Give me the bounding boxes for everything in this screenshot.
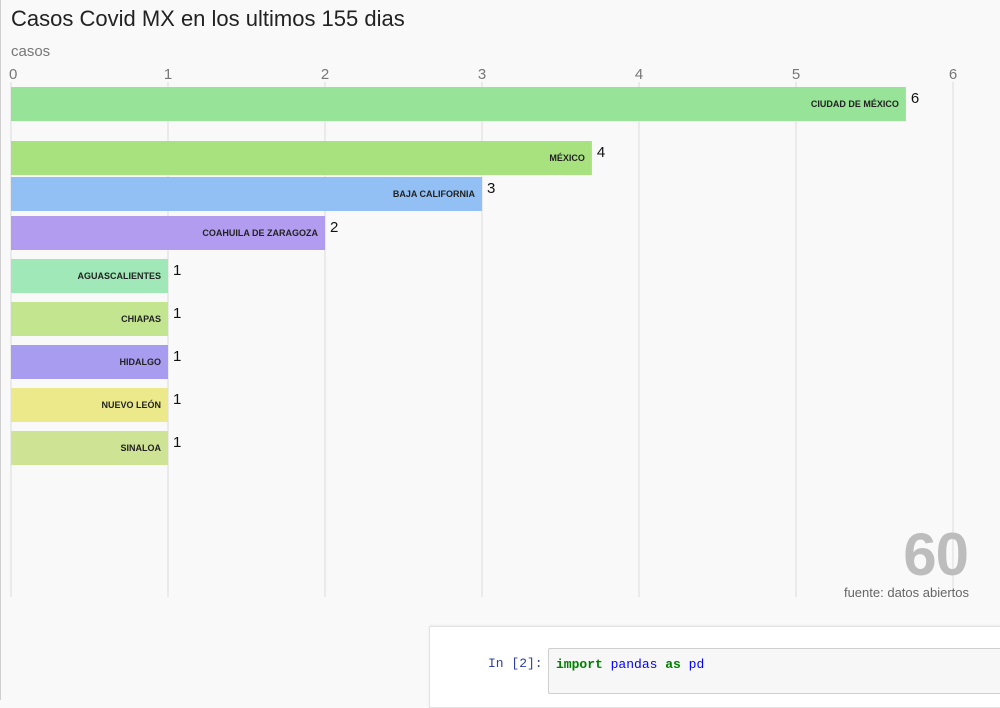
bar-category-label: HIDALGO	[120, 357, 162, 367]
bar-category-label: MÉXICO	[549, 153, 585, 163]
bar-category-label: NUEVO LEÓN	[101, 399, 161, 410]
bar-value-label: 2	[330, 219, 338, 236]
x-tick-label: 6	[949, 66, 957, 83]
x-tick-label: 1	[164, 66, 172, 83]
code-as-keyword: as	[665, 657, 681, 672]
chart-title: Casos Covid MX en los ultimos 155 dias	[11, 6, 405, 31]
bar-category-label: CHIAPAS	[121, 314, 161, 324]
bar-category-label: BAJA CALIFORNIA	[393, 189, 476, 199]
bar-value-label: 4	[597, 144, 605, 161]
code-alias: pd	[688, 657, 705, 672]
x-tick-label: 3	[478, 66, 486, 83]
x-tick-label: 4	[635, 66, 643, 83]
x-tick-label: 2	[321, 66, 329, 83]
x-axis-ticks: 0 1 2 3 4 5 6	[9, 66, 957, 83]
bar-category-label: SINALOA	[121, 443, 162, 453]
bar-value-label: 1	[173, 262, 181, 279]
bar-value-label: 3	[487, 180, 495, 197]
bar-value-label: 1	[173, 391, 181, 408]
code-input[interactable]: import pandas as pd	[548, 648, 1000, 694]
bar-category-label: CIUDAD DE MÉXICO	[811, 99, 899, 109]
code-module: pandas	[610, 657, 658, 672]
bar	[11, 141, 592, 175]
bar-value-label: 1	[173, 434, 181, 451]
cell-prompt: In [2]:	[488, 656, 543, 671]
bar-category-label: AGUASCALIENTES	[77, 271, 161, 281]
notebook-code-cell[interactable]: In [2]: import pandas as pd	[429, 626, 1000, 708]
x-axis-label: casos	[11, 43, 51, 60]
frame-counter: 60	[903, 521, 969, 588]
bar-value-label: 1	[173, 348, 181, 365]
bar-value-label: 1	[173, 305, 181, 322]
source-note: fuente: datos abiertos	[843, 585, 969, 600]
code-line: import pandas as pd	[556, 657, 704, 672]
bar	[11, 87, 906, 121]
x-tick-label: 0	[9, 66, 17, 83]
bar-category-label: COAHUILA DE ZARAGOZA	[202, 228, 318, 238]
code-keyword: import	[556, 657, 603, 672]
bar-chart: 0 1 2 3 4 5 6 SINALOA 1 NUEVO LEÓN 1 HIDALGO 1 CHIAP…	[9, 66, 957, 597]
bar-value-label: 6	[911, 90, 919, 107]
x-tick-label: 5	[792, 66, 800, 83]
